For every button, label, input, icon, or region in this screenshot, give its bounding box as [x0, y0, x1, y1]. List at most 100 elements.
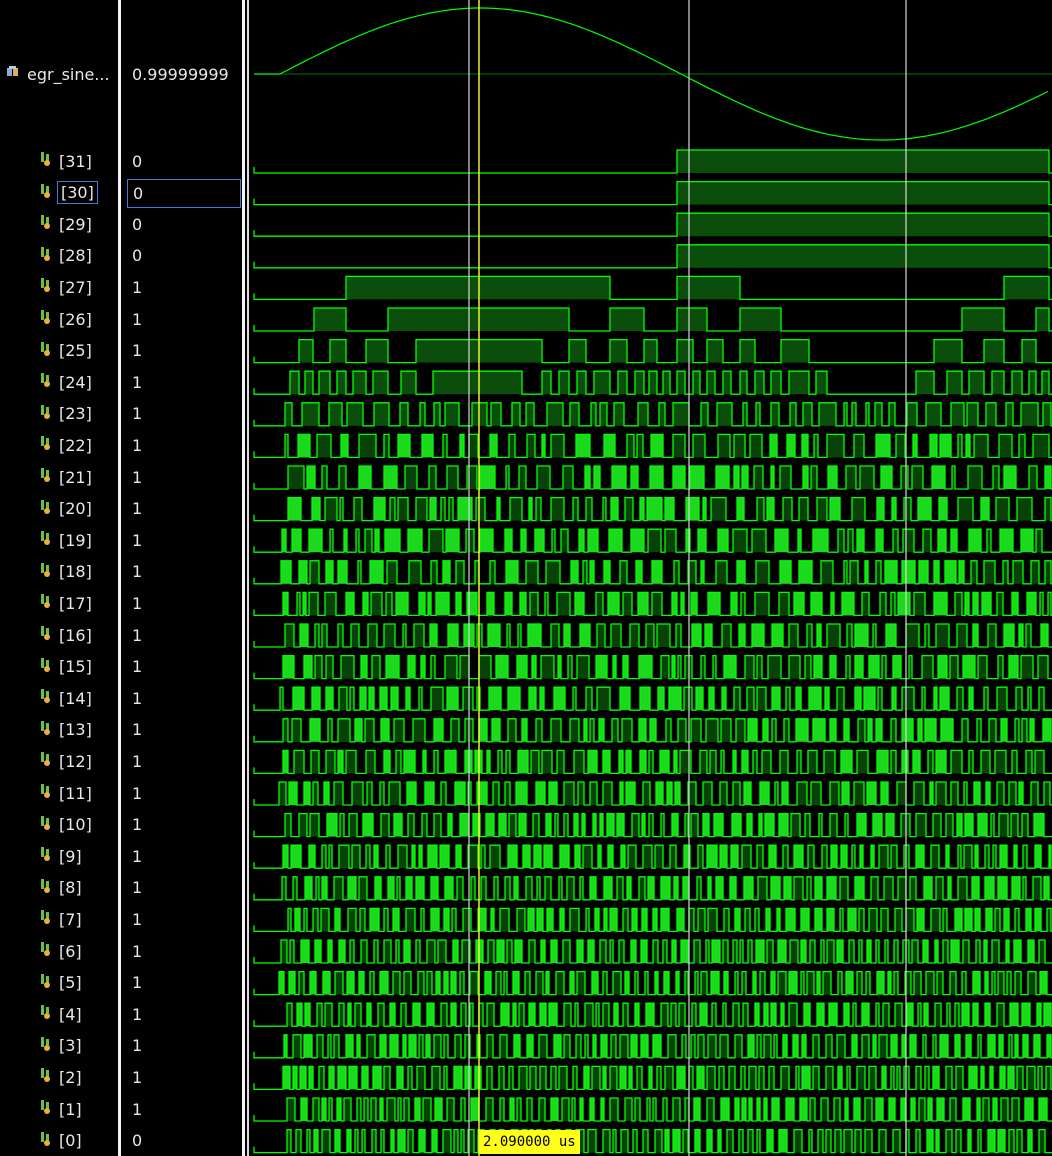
signal-name-label: [12]	[59, 751, 92, 771]
value-wave-splitter[interactable]	[242, 0, 245, 1156]
waveform-canvas[interactable]	[249, 0, 1052, 1156]
signal-value-cell[interactable]: 1	[132, 306, 142, 332]
signal-value-cell[interactable]: 1	[132, 685, 142, 711]
signal-name-row[interactable]: [30]	[38, 180, 98, 206]
signal-name-row[interactable]: [24]	[38, 369, 92, 395]
signal-value-cell[interactable]: 1	[132, 1096, 142, 1122]
wire-bit-icon	[38, 657, 52, 677]
signal-name-row[interactable]: [5]	[38, 970, 82, 996]
wire-bit-icon	[38, 309, 52, 329]
signal-value-cell[interactable]: 1	[132, 654, 142, 680]
wire-bit-icon	[38, 751, 52, 771]
signal-name-row[interactable]: [16]	[38, 622, 92, 648]
wire-bit-icon	[38, 530, 52, 550]
signal-value-cell[interactable]: 1	[132, 906, 142, 932]
signal-value-cell[interactable]: 1	[132, 590, 142, 616]
bit-trace	[253, 1097, 1052, 1122]
signal-value-cell[interactable]: 1	[132, 938, 142, 964]
signal-value-cell[interactable]: 1	[132, 1001, 142, 1027]
signal-name-row[interactable]: [13]	[38, 717, 92, 743]
signal-value-cell[interactable]: 1	[132, 432, 142, 458]
bit-trace	[253, 939, 1052, 964]
wire-bit-icon	[38, 688, 52, 708]
wire-bit-icon	[38, 499, 52, 519]
wire-bit-icon	[38, 214, 52, 234]
signal-name-row[interactable]: [18]	[38, 559, 92, 585]
wire-bit-icon	[38, 1004, 52, 1024]
signal-name-row[interactable]: [29]	[38, 211, 92, 237]
bit-trace	[253, 623, 1052, 648]
bit-trace	[253, 686, 1052, 711]
signal-value-cell[interactable]: 1	[132, 496, 142, 522]
wire-bit-icon	[38, 1099, 52, 1119]
signal-name-label: [1]	[59, 1099, 82, 1119]
wire-bit-icon	[38, 909, 52, 929]
signal-name-label: [13]	[59, 720, 92, 740]
signal-value-cell[interactable]: 1	[132, 1033, 142, 1059]
bit-trace	[253, 465, 1052, 490]
signal-name-row[interactable]: [17]	[38, 590, 92, 616]
bit-trace	[253, 591, 1052, 617]
signal-name-row[interactable]: egr_sine...	[6, 61, 110, 87]
signal-name-row[interactable]: [23]	[38, 401, 92, 427]
wire-bit-icon	[38, 277, 52, 297]
signal-value-cell[interactable]: 1	[132, 875, 142, 901]
signal-name-row[interactable]: [21]	[38, 464, 92, 490]
signal-name-label: [17]	[59, 593, 92, 613]
signal-value-cell[interactable]: 1	[132, 1064, 142, 1090]
signal-value-cell[interactable]: 0	[132, 148, 142, 174]
signal-name-row[interactable]: [11]	[38, 780, 92, 806]
signal-name-row[interactable]: [9]	[38, 843, 82, 869]
signal-name-row[interactable]: [3]	[38, 1033, 82, 1059]
signal-name-row[interactable]: [12]	[38, 748, 92, 774]
signal-value-cell[interactable]: 0	[132, 211, 142, 237]
signal-value-cell[interactable]: 0	[132, 243, 142, 269]
signal-name-label: [28]	[59, 246, 92, 266]
signal-value-cell[interactable]: 1	[132, 748, 142, 774]
signal-name-row[interactable]: [19]	[38, 527, 92, 553]
signal-value-cell[interactable]: 1	[132, 622, 142, 648]
signal-value-cell[interactable]: 1	[132, 274, 142, 300]
signal-name-row[interactable]: [0]	[38, 1128, 82, 1154]
signal-value-cell[interactable]: 1	[132, 401, 142, 427]
signal-name-row[interactable]: [20]	[38, 496, 92, 522]
signal-name-label: [19]	[59, 530, 92, 550]
signal-name-row[interactable]: [28]	[38, 243, 92, 269]
signal-value-cell[interactable]: 0	[132, 1128, 142, 1154]
bit-trace	[253, 370, 1052, 395]
signal-value-cell[interactable]: 1	[132, 464, 142, 490]
signal-value-cell[interactable]: 1	[132, 717, 142, 743]
wire-bit-icon	[38, 1131, 52, 1151]
signal-name-row[interactable]: [26]	[38, 306, 92, 332]
signal-name-row[interactable]: [8]	[38, 875, 82, 901]
signal-name-row[interactable]: [1]	[38, 1096, 82, 1122]
signal-name-row[interactable]: [2]	[38, 1064, 82, 1090]
wire-bit-icon	[38, 562, 52, 582]
signal-name-label: [24]	[59, 372, 92, 392]
signal-value-cell[interactable]: 1	[132, 527, 142, 553]
signal-name-label: [5]	[59, 973, 82, 993]
signal-name-row[interactable]: [25]	[38, 338, 92, 364]
wire-bit-icon	[38, 372, 52, 392]
signal-name-row[interactable]: [27]	[38, 274, 92, 300]
signal-name-label: [2]	[59, 1067, 82, 1087]
signal-value-cell[interactable]: 0.99999999	[132, 61, 229, 87]
signal-name-label: [15]	[59, 657, 92, 677]
signal-value-cell[interactable]: 1	[132, 559, 142, 585]
signal-name-label: egr_sine...	[27, 64, 110, 84]
signal-name-row[interactable]: [22]	[38, 432, 92, 458]
signal-value-cell[interactable]: 1	[132, 780, 142, 806]
signal-name-row[interactable]: [4]	[38, 1001, 82, 1027]
signal-name-row[interactable]: [7]	[38, 906, 82, 932]
signal-value-cell[interactable]: 1	[132, 843, 142, 869]
signal-name-row[interactable]: [14]	[38, 685, 92, 711]
signal-value-cell[interactable]: 0	[127, 178, 241, 208]
signal-value-cell[interactable]: 1	[132, 338, 142, 364]
signal-name-row[interactable]: [15]	[38, 654, 92, 680]
signal-value-cell[interactable]: 1	[132, 369, 142, 395]
signal-name-row[interactable]: [10]	[38, 812, 92, 838]
signal-name-row[interactable]: [31]	[38, 148, 92, 174]
signal-name-row[interactable]: [6]	[38, 938, 82, 964]
signal-value-cell[interactable]: 1	[132, 812, 142, 838]
signal-value-cell[interactable]: 1	[132, 970, 142, 996]
